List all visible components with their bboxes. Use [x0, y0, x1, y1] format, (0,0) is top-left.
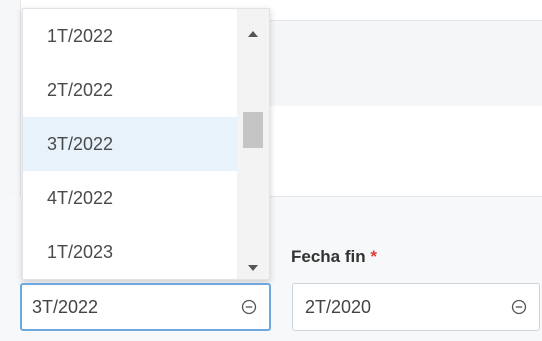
end-date-value: 2T/2020 — [305, 296, 372, 317]
dropdown-option-selected[interactable]: 3T/2022 — [23, 117, 237, 171]
dropdown-option-label: 1T/2023 — [47, 241, 114, 262]
dropdown-option[interactable]: 4T/2022 — [23, 171, 237, 225]
dropdown-option[interactable]: 1T/2023 — [23, 225, 237, 279]
required-asterisk: * — [370, 247, 377, 266]
dropdown-option-label: 1T/2022 — [47, 25, 114, 46]
dropdown-option-label: 4T/2022 — [47, 187, 114, 208]
scroll-down-arrow-icon[interactable] — [248, 265, 258, 271]
background-panel-body — [266, 106, 542, 197]
minus-circle-icon[interactable] — [241, 299, 257, 315]
background-panel-header — [266, 20, 542, 108]
minus-circle-icon[interactable] — [511, 299, 527, 315]
dropdown-option-label: 2T/2022 — [47, 79, 114, 100]
end-date-label: Fecha fin * — [291, 247, 377, 267]
start-date-value: 3T/2022 — [32, 296, 99, 317]
dropdown-option[interactable]: 2T/2022 — [23, 63, 237, 117]
dropdown-option-label: 3T/2022 — [47, 133, 114, 154]
scrollbar-thumb[interactable] — [243, 112, 263, 148]
start-date-select[interactable]: 3T/2022 — [20, 283, 271, 331]
period-dropdown-list[interactable]: 1T/2022 2T/2022 3T/2022 4T/2022 1T/2023 — [22, 8, 270, 280]
scroll-up-arrow-icon[interactable] — [248, 31, 258, 37]
end-date-select[interactable]: 2T/2020 — [292, 283, 540, 331]
end-date-label-text: Fecha fin — [291, 247, 366, 266]
dropdown-option[interactable]: 1T/2022 — [23, 9, 237, 63]
